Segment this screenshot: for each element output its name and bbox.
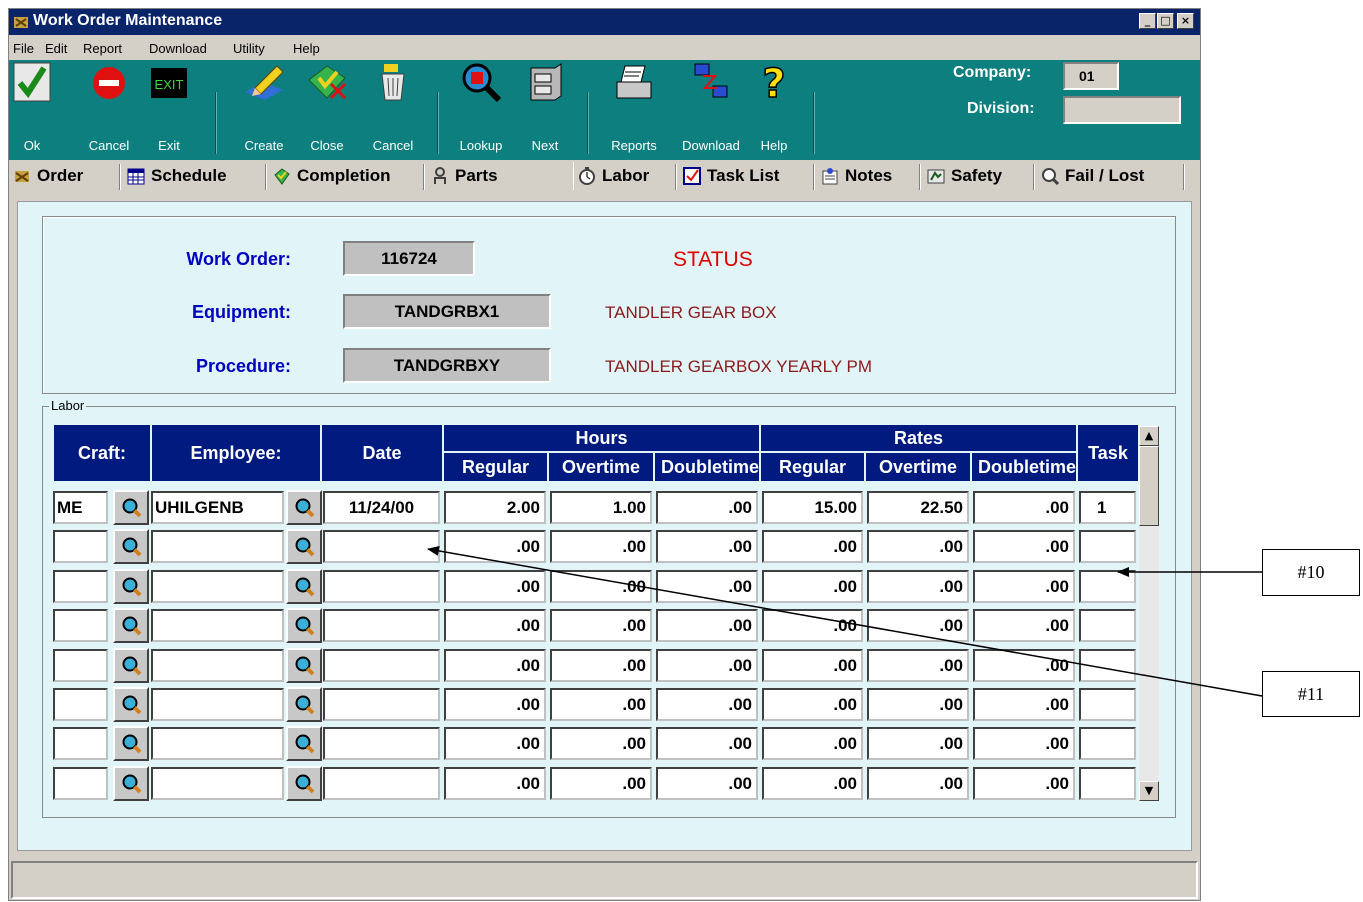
annotation-arrows xyxy=(427,545,1263,697)
callout-11: #11 xyxy=(1262,671,1360,717)
callout-10: #10 xyxy=(1262,549,1360,596)
arrow-11 xyxy=(427,545,1263,697)
